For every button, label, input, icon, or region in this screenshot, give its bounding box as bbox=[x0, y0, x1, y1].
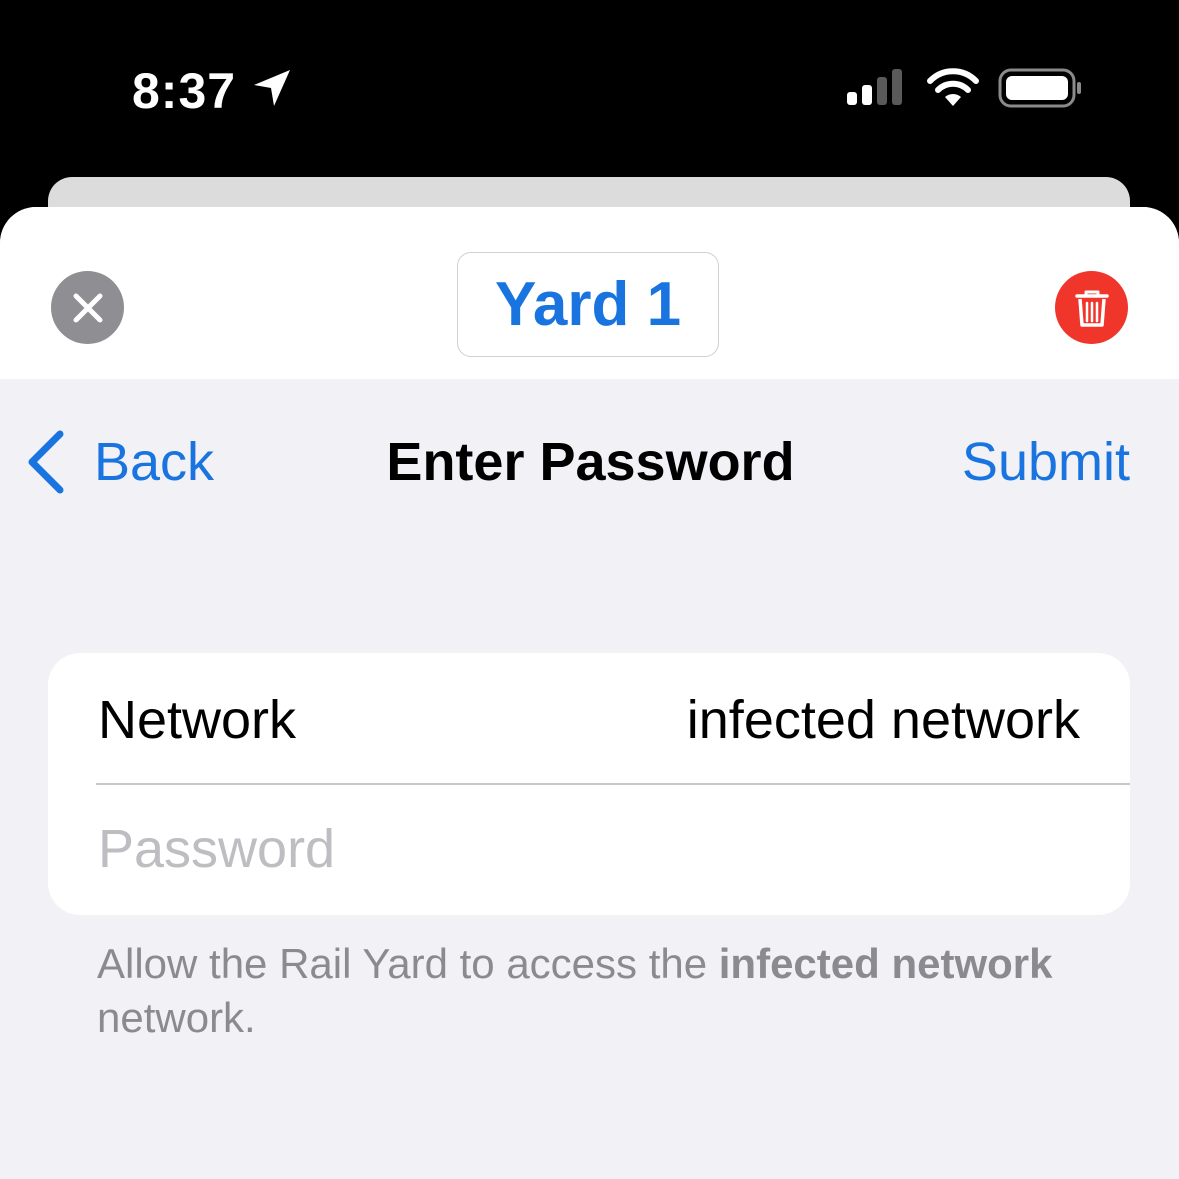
network-label: Network bbox=[98, 690, 297, 750]
close-button[interactable] bbox=[51, 271, 124, 344]
trash-icon bbox=[1074, 290, 1109, 327]
password-field[interactable] bbox=[98, 799, 1078, 899]
cellular-signal-icon bbox=[847, 69, 902, 105]
wifi-icon bbox=[927, 68, 979, 106]
delete-button[interactable] bbox=[1055, 271, 1128, 344]
back-button[interactable]: Back bbox=[26, 427, 214, 497]
row-divider bbox=[96, 783, 1130, 785]
battery-icon bbox=[998, 68, 1081, 108]
modal-sheet: Yard 1 Back Enter Password Submit Networ… bbox=[0, 207, 1179, 1179]
status-bar: 8:37 bbox=[0, 0, 1179, 176]
back-label: Back bbox=[94, 432, 215, 492]
chevron-left-icon bbox=[28, 430, 64, 494]
footer-text-after: network. bbox=[97, 994, 256, 1041]
location-arrow-icon bbox=[254, 70, 290, 106]
status-time: 8:37 bbox=[132, 63, 237, 119]
nav-title-text: Enter Password bbox=[386, 432, 795, 492]
footer-network-name: infected network bbox=[718, 940, 1053, 987]
footer-text-before: Allow the Rail Yard to access the bbox=[97, 940, 719, 987]
form-card: Network infected network bbox=[48, 653, 1130, 915]
close-icon bbox=[73, 293, 102, 322]
sheet-header: Yard 1 bbox=[0, 207, 1179, 379]
footer-note: Allow the Rail Yard to access the infect… bbox=[97, 937, 1077, 1045]
yard-title: Yard 1 bbox=[494, 270, 682, 339]
submit-button[interactable]: Submit bbox=[962, 431, 1130, 493]
yard-title-pill[interactable]: Yard 1 bbox=[457, 252, 719, 357]
network-value: infected network bbox=[686, 690, 1080, 750]
network-row: Network infected network bbox=[48, 653, 1130, 783]
